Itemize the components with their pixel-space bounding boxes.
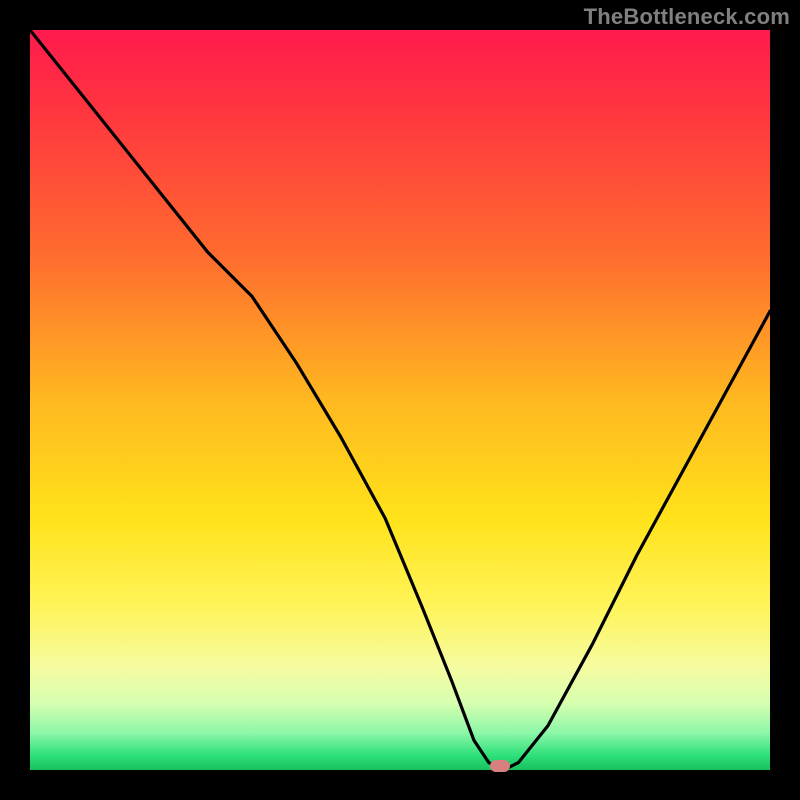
bottleneck-curve: [30, 30, 770, 770]
optimum-marker: [490, 760, 510, 772]
chart-frame: TheBottleneck.com: [0, 0, 800, 800]
attribution-text: TheBottleneck.com: [584, 4, 790, 30]
plot-area: [30, 30, 770, 770]
